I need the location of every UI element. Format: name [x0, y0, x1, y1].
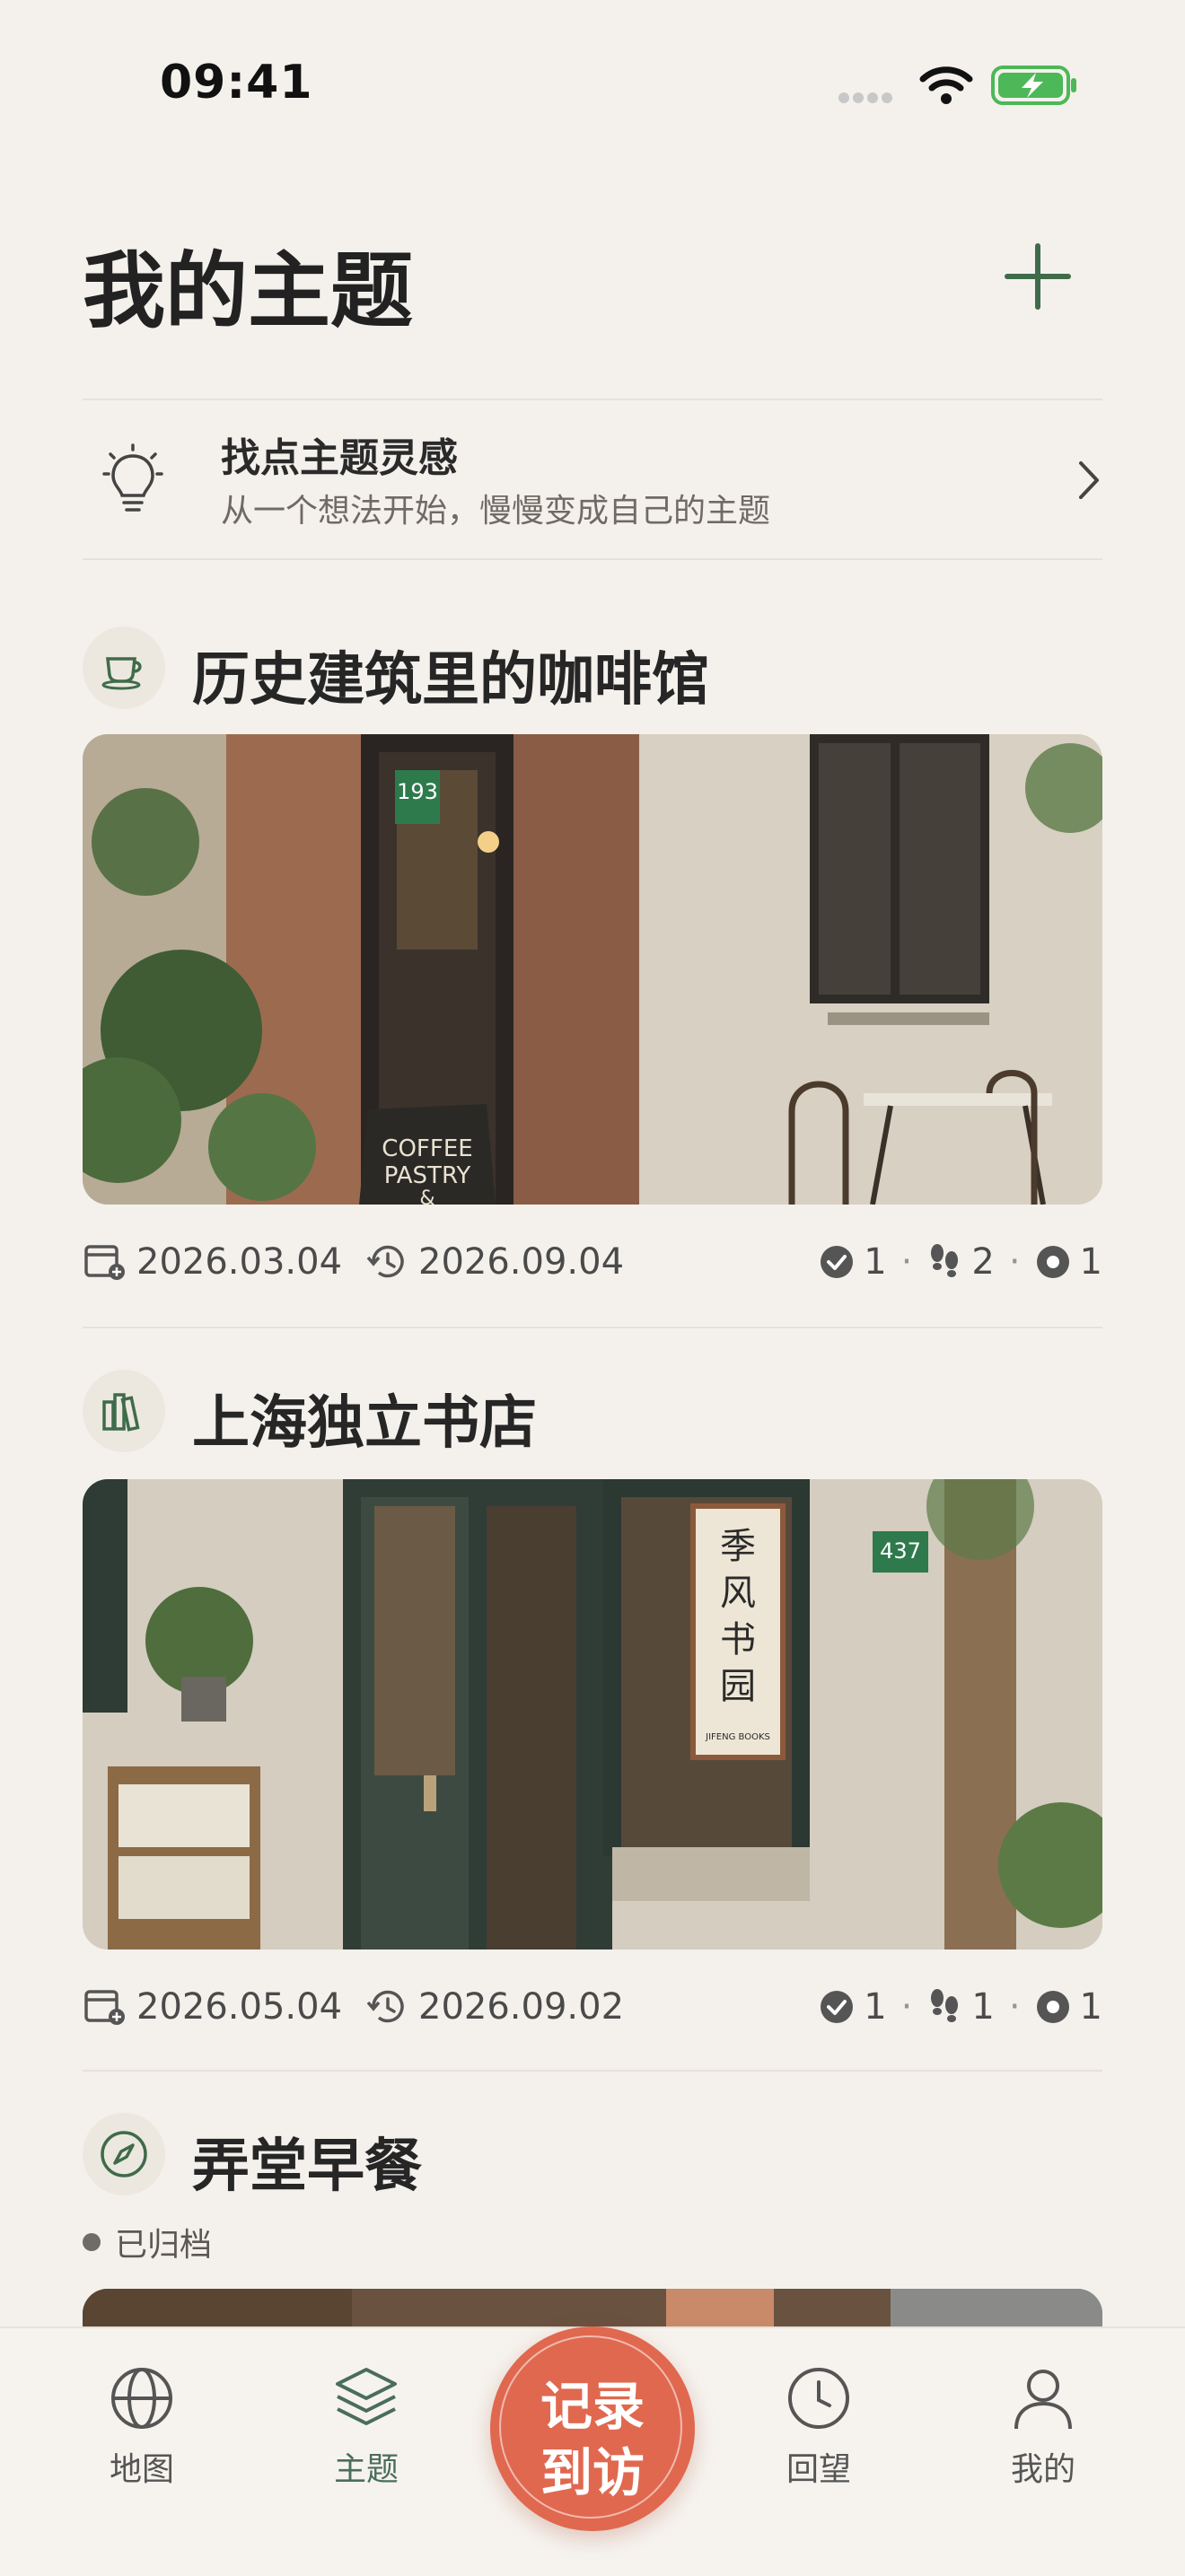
tab-themes-label: 主题: [333, 2451, 399, 2488]
house-number-sign: 437: [880, 1538, 921, 1564]
archived-label: 已归档: [115, 2227, 213, 2264]
theme-cover-photo[interactable]: 季 风 书 园 JIFENG BOOKS 437: [83, 1479, 1102, 1950]
tab-review-label: 回望: [786, 2451, 851, 2488]
cellular-signal-icon: [838, 90, 900, 103]
footprints-count: 2: [971, 1241, 995, 1283]
tab-review[interactable]: 回望: [747, 2364, 891, 2490]
target-dot-icon: [1036, 1246, 1069, 1278]
shop-sign-char-1: 季: [720, 1526, 756, 1567]
updated-date-value: 2026.09.02: [418, 1986, 625, 2028]
theme-counts: 1 · 2 · 1: [819, 1235, 1102, 1289]
divider: [83, 1327, 1102, 1328]
history-icon: [366, 1245, 404, 1278]
person-icon: [1014, 2370, 1072, 2430]
history-icon: [366, 1990, 404, 2023]
theme-card-header[interactable]: 弄堂早餐: [83, 2113, 1102, 2200]
divider: [83, 558, 1102, 560]
theme-card-header[interactable]: 上海独立书店: [83, 1370, 1102, 1457]
theme-counts: 1 · 1 · 1: [819, 1980, 1102, 2034]
created-date: 2026.05.04: [83, 1980, 342, 2034]
calendar-add-icon: [84, 1990, 125, 2025]
tab-themes[interactable]: 主题: [294, 2364, 438, 2490]
shop-sign-char-4: 园: [720, 1666, 756, 1707]
chevron-right-icon: [1079, 461, 1099, 499]
footprints-icon: [931, 1244, 959, 1277]
planned-count: 1: [1079, 1241, 1102, 1283]
check-circle-icon: [821, 1246, 854, 1278]
archived-status: 已归档: [83, 2219, 212, 2265]
menu-board-line-3: &: [419, 1187, 434, 1205]
compass-icon: [101, 2131, 147, 2177]
theme-card-header[interactable]: 历史建筑里的咖啡馆: [83, 626, 1102, 714]
status-time: 09:41: [160, 56, 313, 110]
footprints-count: 1: [971, 1986, 995, 2028]
shop-sign-english: JIFENG BOOKS: [705, 1732, 770, 1742]
battery-charging-icon: [991, 66, 1076, 105]
footprints-icon: [931, 1989, 959, 2022]
cafe-facade-illustration: 193 COFFEE PASTRY &: [83, 734, 1102, 1205]
status-bar: 09:41: [0, 0, 1185, 171]
created-date-value: 2026.05.04: [136, 1986, 343, 2028]
page-title: 我的主题: [83, 242, 414, 339]
coffee-cup-icon: [101, 657, 142, 690]
inspiration-subtitle: 从一个想法开始，慢慢变成自己的主题: [221, 493, 771, 530]
add-theme-button[interactable]: [996, 235, 1079, 318]
shop-sign-char-3: 书: [720, 1619, 756, 1660]
tab-me-label: 我的: [1010, 2451, 1075, 2488]
inspiration-title: 找点主题灵感: [221, 435, 458, 481]
record-label-line-1: 记录: [540, 2376, 645, 2437]
created-date: 2026.03.04: [83, 1235, 342, 1289]
separator-dot: ·: [1008, 1241, 1021, 1283]
visited-count: 1: [864, 1986, 887, 2028]
calendar-add-icon: [84, 1245, 125, 1280]
target-dot-icon: [1036, 1991, 1069, 2023]
theme-icon-badge: [83, 626, 165, 709]
updated-date: 2026.09.04: [364, 1235, 624, 1289]
theme-cover-photo[interactable]: 193 COFFEE PASTRY &: [83, 734, 1102, 1205]
updated-date: 2026.09.02: [364, 1980, 624, 2034]
wifi-icon: [919, 66, 973, 104]
separator-dot: ·: [900, 1986, 913, 2028]
bookstore-facade-illustration: 季 风 书 园 JIFENG BOOKS 437: [83, 1479, 1102, 1950]
layers-icon: [336, 2368, 397, 2425]
created-date-value: 2026.03.04: [136, 1241, 343, 1283]
status-dot: [83, 2233, 101, 2251]
tab-map[interactable]: 地图: [70, 2364, 214, 2490]
theme-title: 弄堂早餐: [192, 2133, 422, 2200]
updated-date-value: 2026.09.04: [418, 1241, 625, 1283]
visited-count: 1: [864, 1241, 887, 1283]
menu-board-line-2: PASTRY: [384, 1162, 471, 1189]
separator-dot: ·: [900, 1241, 913, 1283]
theme-meta-row: 2026.05.04 2026.09.02 1 · 1 · 1: [83, 1980, 1102, 2034]
books-icon: [102, 1393, 140, 1432]
tab-me[interactable]: 我的: [971, 2364, 1115, 2490]
theme-title: 历史建筑里的咖啡馆: [192, 646, 709, 714]
record-label-line-2: 到访: [540, 2442, 645, 2503]
check-circle-icon: [821, 1991, 854, 2023]
lightbulb-icon: [102, 443, 163, 512]
theme-meta-row: 2026.03.04 2026.09.04 1 · 2 · 1: [83, 1235, 1102, 1289]
record-visit-button[interactable]: 记录 到访: [490, 2326, 695, 2531]
tab-map-label: 地图: [109, 2451, 174, 2488]
separator-dot: ·: [1008, 1986, 1021, 2028]
divider: [83, 2070, 1102, 2072]
shop-sign-char-2: 风: [720, 1573, 756, 1614]
menu-board-line-1: COFFEE: [382, 1135, 472, 1162]
inspiration-row[interactable]: 找点主题灵感 从一个想法开始，慢慢变成自己的主题: [83, 400, 1102, 558]
globe-icon: [111, 2368, 172, 2429]
clock-icon: [788, 2368, 849, 2429]
theme-icon-badge: [83, 1370, 165, 1452]
theme-icon-badge: [83, 2113, 165, 2195]
house-number-sign: 193: [397, 779, 438, 804]
theme-title: 上海独立书店: [192, 1389, 537, 1457]
planned-count: 1: [1079, 1986, 1102, 2028]
